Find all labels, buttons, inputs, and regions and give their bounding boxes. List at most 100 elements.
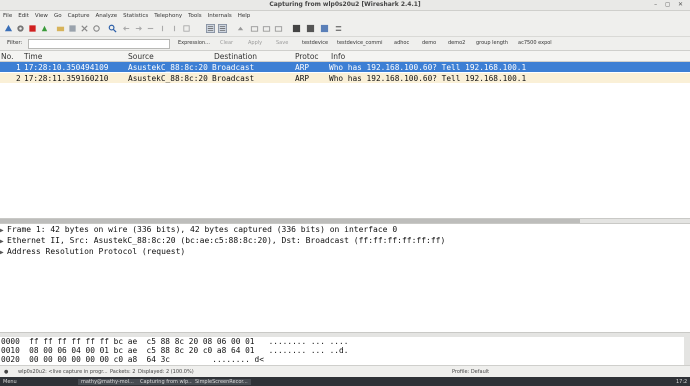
column-protocol[interactable]: Protoc [295, 52, 319, 61]
saved-filter-testdevice[interactable]: testdevice [302, 40, 328, 46]
first-icon[interactable] [158, 24, 167, 33]
packet-protocol: ARP [295, 63, 310, 72]
packet-destination: Broadcast [212, 63, 255, 72]
zoom-out-icon[interactable] [236, 24, 245, 33]
hex-offset: 0020 [1, 355, 20, 364]
save-filter-button[interactable]: Save [276, 40, 288, 46]
preferences-icon[interactable] [334, 24, 343, 33]
capture-status-icon[interactable]: ● [4, 369, 8, 375]
close-file-icon[interactable] [80, 24, 89, 33]
profile-status[interactable]: Profile: Default [452, 369, 489, 375]
open-folder-icon[interactable] [56, 24, 65, 33]
saved-filter-group-length[interactable]: group length [476, 40, 508, 46]
menu-capture[interactable]: Capture [65, 11, 93, 19]
packet-details[interactable]: ▶ Frame 1: 42 bytes on wire (336 bits), 4… [0, 224, 690, 332]
menu-tools[interactable]: Tools [185, 11, 205, 19]
hex-offset: 0010 [1, 346, 20, 355]
filter-toolbar-icon[interactable] [274, 24, 283, 33]
hex-line: 0010 08 00 06 04 00 01 bc ae c5 88 8c 20… [1, 346, 348, 355]
task-wireshark[interactable]: Capturing from wlp... [137, 379, 196, 385]
expand-arrow-icon[interactable]: ▶ [0, 249, 7, 256]
back-arrow-icon[interactable] [122, 24, 131, 33]
autoscroll-icon[interactable] [182, 24, 191, 33]
task-terminal[interactable]: mathy@mathy-mol... [78, 379, 137, 385]
last-icon[interactable] [170, 24, 179, 33]
packet-no: 1 [16, 63, 21, 72]
hex-bytes: 00 00 00 00 00 00 c0 a8 64 3c [29, 355, 170, 364]
horizontal-scrollbar-thumb[interactable] [0, 219, 580, 223]
menu-internals[interactable]: Internals [205, 11, 235, 19]
main-toolbar [0, 21, 690, 37]
packet-source: AsustekC_88:8c:20 [128, 63, 208, 72]
expression-button[interactable]: Expression... [178, 40, 210, 46]
colorize-icon[interactable] [206, 24, 215, 33]
find-icon[interactable] [108, 24, 117, 33]
detail-ethernet-text: Ethernet II, Src: AsustekC_88:8c:20 (bc:… [7, 236, 446, 245]
reload-icon[interactable] [92, 24, 101, 33]
hex-bytes: ff ff ff ff ff ff bc ae c5 88 8c 20 08 0… [29, 337, 255, 346]
menu-view[interactable]: View [32, 11, 51, 19]
forward-arrow-icon[interactable] [134, 24, 143, 33]
display-filters-icon[interactable] [306, 24, 315, 33]
clock: 17:2 [676, 379, 688, 385]
detail-frame[interactable]: ▶ Frame 1: 42 bytes on wire (336 bits), 4… [0, 225, 397, 234]
menu-statistics[interactable]: Statistics [120, 11, 151, 19]
detail-arp-text: Address Resolution Protocol (request) [7, 247, 186, 256]
hex-offset: 0000 [1, 337, 20, 346]
packet-info: Who has 192.168.100.60? Tell 192.168.100… [329, 74, 527, 83]
window-titlebar: Capturing from wlp0s20u2 [Wireshark 2.4.… [0, 0, 690, 11]
menu-edit[interactable]: Edit [15, 11, 32, 19]
saved-filter-ac7500[interactable]: ac7500 expol [518, 40, 552, 46]
filter-input[interactable] [28, 39, 170, 49]
column-info[interactable]: Info [331, 52, 345, 61]
hex-line: 0020 00 00 00 00 00 00 c0 a8 64 3c .....… [1, 355, 264, 364]
display-filter-bar: Filter: Expression... Clear Apply Save t… [0, 37, 690, 51]
goto-icon[interactable] [146, 24, 155, 33]
hex-ascii: ........ ... .... [268, 337, 349, 346]
packet-row-selected[interactable]: 1 17:28:10.350494109 AsustekC_88:8c:20 B… [0, 62, 690, 72]
restart-icon[interactable] [40, 24, 49, 33]
menu-go[interactable]: Go [51, 11, 65, 19]
detail-arp[interactable]: ▶ Address Resolution Protocol (request) [0, 247, 185, 256]
hex-ascii: ........ d< [212, 355, 264, 364]
saved-filter-adhoc[interactable]: adhoc [394, 40, 409, 46]
expand-arrow-icon[interactable]: ▶ [0, 227, 7, 234]
menu-analyze[interactable]: Analyze [92, 11, 120, 19]
shark-fin-start-icon[interactable] [4, 24, 13, 33]
column-source[interactable]: Source [128, 52, 154, 61]
task-screen-recorder[interactable]: SimpleScreenRecor... [192, 379, 251, 385]
saved-filter-testdevice-commi[interactable]: testdevice_commi [337, 40, 382, 46]
packet-list[interactable]: No. Time Source Destination Protoc Info … [0, 51, 690, 217]
saved-filter-demo[interactable]: demo [422, 40, 436, 46]
status-bar: ● wlp0s20u2: <live capture in progr... P… [0, 365, 690, 377]
column-no[interactable]: No. [1, 52, 13, 61]
zoom-in-icon[interactable] [218, 24, 227, 33]
hex-line: 0000 ff ff ff ff ff ff bc ae c5 88 8c 20… [1, 337, 348, 346]
expand-arrow-icon[interactable]: ▶ [0, 238, 7, 245]
window-controls[interactable]: – ◻ ✕ [654, 1, 686, 8]
packet-destination: Broadcast [212, 74, 255, 83]
filter-label: Filter: [7, 40, 23, 46]
packet-source: AsustekC_88:8c:20 [128, 74, 208, 83]
packets-count: Packets: 2 [110, 369, 136, 375]
menu-help[interactable]: Help [235, 11, 254, 19]
saved-filter-demo2[interactable]: demo2 [448, 40, 465, 46]
stop-square-icon[interactable] [28, 24, 37, 33]
clear-button[interactable]: Clear [220, 40, 233, 46]
save-file-icon[interactable] [68, 24, 77, 33]
menu-file[interactable]: File [0, 11, 15, 19]
start-menu-button[interactable]: Menu [3, 379, 17, 385]
menu-telephony[interactable]: Telephony [151, 11, 185, 19]
apply-button[interactable]: Apply [248, 40, 262, 46]
packet-list-header: No. Time Source Destination Protoc Info [0, 51, 690, 62]
detail-ethernet[interactable]: ▶ Ethernet II, Src: AsustekC_88:8c:20 (bc… [0, 236, 445, 245]
options-gear-icon[interactable] [16, 24, 25, 33]
capture-filters-icon[interactable] [292, 24, 301, 33]
column-destination[interactable]: Destination [214, 52, 257, 61]
coloring-rules-icon[interactable] [320, 24, 329, 33]
packet-time: 17:28:10.350494109 [24, 63, 109, 72]
resize-columns-icon[interactable] [262, 24, 271, 33]
packet-row[interactable]: 2 17:28:11.359160210 AsustekC_88:8c:20 B… [0, 73, 690, 83]
column-time[interactable]: Time [24, 52, 42, 61]
normal-size-icon[interactable] [250, 24, 259, 33]
